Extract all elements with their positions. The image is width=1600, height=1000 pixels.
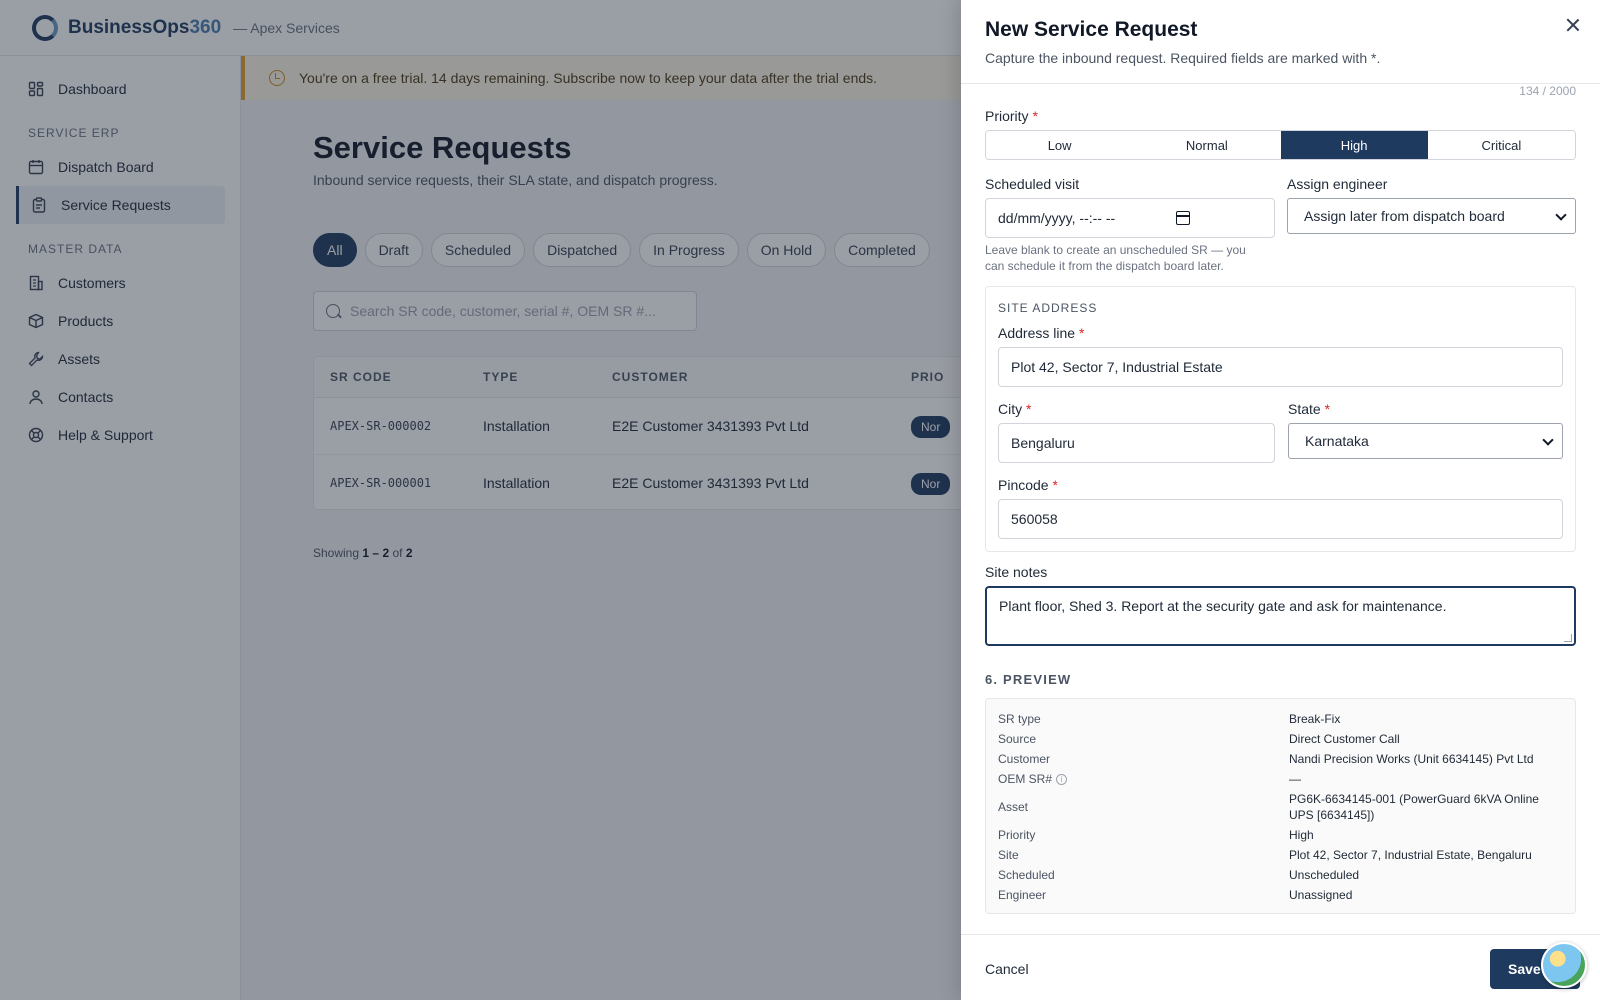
- drawer-header: New Service Request Capture the inbound …: [961, 0, 1600, 84]
- preview-row: Engineer Unassigned: [998, 888, 1353, 902]
- scheduled-visit-label: Scheduled visit: [985, 176, 1080, 192]
- preview-panel: SR type Break-Fix Source Direct Customer C…: [985, 698, 1576, 914]
- assign-engineer-select[interactable]: Assign later from dispatch board: [1287, 198, 1576, 234]
- pincode-label: Pincode *: [998, 477, 1058, 493]
- chevron-down-icon: [1555, 209, 1567, 221]
- scheduled-visit-placeholder: dd/mm/yyyy, --:-- --: [998, 210, 1116, 226]
- preview-row: Customer Nandi Precision Works (Unit 6634…: [998, 752, 1534, 766]
- scheduled-visit-input[interactable]: dd/mm/yyyy, --:-- --: [985, 198, 1275, 238]
- chevron-down-icon: [1542, 434, 1554, 446]
- priority-option-high[interactable]: High: [1280, 131, 1428, 159]
- priority-option-critical[interactable]: Critical: [1427, 131, 1575, 159]
- pincode-input[interactable]: 560058: [998, 499, 1563, 539]
- priority-option-low[interactable]: Low: [986, 131, 1134, 159]
- char-counter: 134 / 2000: [1519, 84, 1576, 98]
- state-value: Karnataka: [1305, 433, 1369, 449]
- preview-heading: 6. PREVIEW: [985, 672, 1072, 687]
- site-address-heading: SITE ADDRESS: [998, 301, 1098, 315]
- address-line-label: Address line *: [998, 325, 1085, 341]
- city-input[interactable]: Bengaluru: [998, 423, 1275, 463]
- preview-row: Scheduled Unscheduled: [998, 868, 1360, 882]
- site-notes-label: Site notes: [985, 564, 1048, 580]
- preview-row: Asset PG6K-6634145-001 (PowerGuard 6kVA O…: [998, 792, 1539, 822]
- drawer-title: New Service Request: [985, 18, 1198, 41]
- modal-backdrop[interactable]: [0, 0, 961, 1000]
- resize-handle-icon[interactable]: [1564, 634, 1572, 642]
- assign-engineer-label: Assign engineer: [1287, 176, 1388, 192]
- new-service-request-drawer: New Service Request Capture the inbound …: [961, 0, 1600, 1000]
- priority-label: Priority *: [985, 108, 1038, 124]
- site-notes-value: Plant floor, Shed 3. Report at the secur…: [999, 598, 1447, 614]
- state-label: State *: [1288, 401, 1331, 417]
- close-icon[interactable]: [1564, 16, 1582, 34]
- site-address-section: SITE ADDRESS Address line * Plot 42, Sec…: [985, 286, 1576, 552]
- preview-row: Source Direct Customer Call: [998, 732, 1400, 746]
- preview-row: SR type Break-Fix: [998, 712, 1341, 726]
- priority-option-normal[interactable]: Normal: [1133, 131, 1281, 159]
- preview-row: Site Plot 42, Sector 7, Industrial Estate…: [998, 848, 1532, 862]
- preview-row: OEM SR# i —: [998, 772, 1301, 786]
- priority-segmented-control: Low Normal High Critical: [985, 130, 1576, 160]
- assign-engineer-value: Assign later from dispatch board: [1304, 208, 1505, 224]
- assistant-avatar-icon[interactable]: [1541, 942, 1587, 988]
- info-icon[interactable]: i: [1056, 773, 1068, 785]
- scheduled-visit-help: Leave blank to create an unscheduled SR …: [985, 243, 1246, 273]
- drawer-subtitle: Capture the inbound request. Required fi…: [985, 50, 1381, 66]
- drawer-footer: Cancel Save: [961, 934, 1600, 1000]
- state-select[interactable]: Karnataka: [1288, 423, 1563, 459]
- city-label: City *: [998, 401, 1032, 417]
- preview-row: Priority High: [998, 828, 1314, 842]
- site-notes-textarea[interactable]: Plant floor, Shed 3. Report at the secur…: [985, 586, 1576, 646]
- calendar-icon[interactable]: [1176, 211, 1190, 225]
- cancel-button[interactable]: Cancel: [985, 961, 1029, 977]
- address-line-input[interactable]: Plot 42, Sector 7, Industrial Estate: [998, 347, 1563, 387]
